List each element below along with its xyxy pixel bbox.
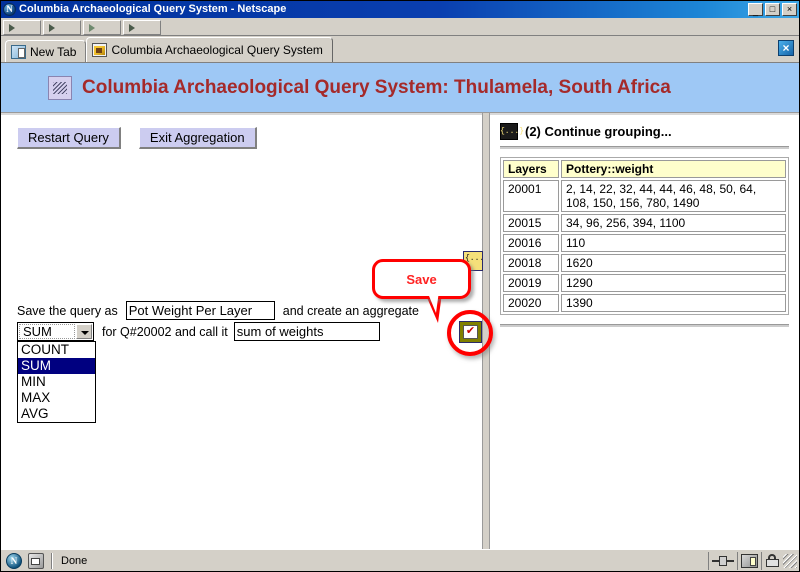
divider [500, 146, 789, 149]
aggregate-name-input[interactable] [233, 322, 380, 341]
window-title: Columbia Archaeological Query System - N… [19, 3, 287, 15]
arrow-button-1[interactable] [3, 19, 41, 35]
dropdown-option-min[interactable]: MIN [18, 374, 95, 390]
column-header-weight: Pottery::weight [561, 160, 786, 178]
panes: Restart Query Exit Aggregation Save the … [1, 113, 799, 549]
page-content: Columbia Archaeological Query System: Th… [1, 62, 799, 549]
restart-query-button[interactable]: Restart Query [17, 127, 121, 149]
arrow-button-4[interactable] [123, 19, 161, 35]
connection-status[interactable] [708, 551, 737, 570]
close-tab-button[interactable]: × [778, 40, 794, 56]
toolbar [1, 18, 799, 36]
maximize-button[interactable]: □ [765, 3, 780, 16]
close-icon: × [786, 4, 793, 14]
cell-weight: 34, 96, 256, 394, 1100 [561, 214, 786, 232]
new-tab-icon [11, 44, 26, 59]
tab-new-tab-label: New Tab [30, 44, 77, 59]
grouping-icon [500, 123, 518, 140]
lock-icon [765, 553, 780, 568]
tab-cqs[interactable]: Columbia Archaeological Query System [86, 37, 333, 62]
netscape-globe-icon[interactable] [6, 552, 22, 569]
divider [51, 552, 53, 569]
table-row: 20019 1290 [503, 274, 786, 292]
arrow-button-2[interactable] [43, 19, 81, 35]
status-text: Done [61, 554, 88, 567]
save-callout: Save [372, 259, 471, 299]
netscape-icon [3, 3, 16, 16]
close-button[interactable]: × [782, 3, 797, 16]
page-title: Columbia Archaeological Query System: Th… [82, 76, 671, 98]
checkmark-icon [463, 324, 478, 339]
table-row: 20016 110 [503, 234, 786, 252]
cell-weight: 1620 [561, 254, 786, 272]
app-logo-icon [48, 75, 72, 100]
tab-cqs-label: Columbia Archaeological Query System [111, 43, 323, 57]
action-buttons: Restart Query Exit Aggregation [17, 127, 257, 149]
security-view-icon [741, 553, 758, 568]
maximize-icon: □ [769, 4, 776, 14]
browser-window: Columbia Archaeological Query System - N… [0, 0, 800, 572]
save-query-prefix-label: Save the query as [17, 303, 118, 318]
arrow-button-3[interactable] [83, 19, 121, 35]
query-name-input[interactable] [125, 301, 275, 320]
minimize-icon: _ [752, 6, 758, 16]
cell-weight: 1390 [561, 294, 786, 312]
page-banner: Columbia Archaeological Query System: Th… [1, 63, 799, 113]
status-bar: Done [1, 549, 799, 571]
save-callout-label: Save [406, 271, 437, 287]
chevron-down-icon[interactable] [76, 324, 92, 339]
minimize-button[interactable]: _ [748, 3, 763, 16]
table-row: 20015 34, 96, 256, 394, 1100 [503, 214, 786, 232]
table-row: 20018 1620 [503, 254, 786, 272]
tab-new-tab[interactable]: New Tab [5, 40, 87, 62]
aggregate-line: SUM for Q#20002 and call it [17, 322, 380, 341]
results-table: Layers Pottery::weight 20001 2, 14, 22, … [500, 157, 789, 315]
dropdown-option-max[interactable]: MAX [18, 390, 95, 406]
save-checkmark-button[interactable] [459, 321, 482, 343]
table-row: 20001 2, 14, 22, 32, 44, 44, 46, 48, 50,… [503, 180, 786, 212]
dropdown-option-sum[interactable]: SUM [18, 358, 95, 374]
cell-weight: 2, 14, 22, 32, 44, 44, 46, 48, 50, 64, 1… [561, 180, 786, 212]
tab-bar: New Tab Columbia Archaeological Query Sy… [1, 36, 799, 62]
table-row: 20020 1390 [503, 294, 786, 312]
table-header-row: Layers Pottery::weight [503, 160, 786, 178]
callout-tail-fill [427, 291, 439, 313]
save-query-suffix-label: and create an aggregate [282, 303, 419, 318]
column-header-layers: Layers [503, 160, 559, 178]
grouping-header: (2) Continue grouping... [500, 123, 789, 140]
cell-layer: 20019 [503, 274, 559, 292]
mail-icon[interactable] [28, 552, 44, 569]
aggregate-function-select[interactable]: SUM [17, 322, 94, 341]
window-controls: _ □ × [748, 3, 797, 16]
connection-icon [712, 555, 734, 567]
aggregate-function-value: SUM [19, 324, 75, 339]
cell-layer: 20001 [503, 180, 559, 212]
dropdown-option-avg[interactable]: AVG [18, 406, 95, 422]
cell-layer: 20018 [503, 254, 559, 272]
cell-layer: 20016 [503, 234, 559, 252]
aggregate-function-dropdown[interactable]: COUNT SUM MIN MAX AVG [17, 341, 96, 423]
cell-weight: 1290 [561, 274, 786, 292]
title-bar: Columbia Archaeological Query System - N… [1, 1, 799, 18]
security-view[interactable] [737, 551, 761, 570]
resize-grip-icon[interactable] [783, 553, 797, 568]
divider-bottom [500, 324, 789, 327]
grouping-title: (2) Continue grouping... [525, 124, 672, 139]
aggregate-middle-label: for Q#20002 and call it [102, 324, 228, 339]
save-query-line: Save the query as and create an aggregat… [17, 301, 419, 320]
cell-weight: 110 [561, 234, 786, 252]
cell-layer: 20020 [503, 294, 559, 312]
security-lock[interactable] [761, 551, 783, 570]
dropdown-option-count[interactable]: COUNT [18, 342, 95, 358]
left-pane: Restart Query Exit Aggregation Save the … [1, 113, 493, 549]
exit-aggregation-button[interactable]: Exit Aggregation [138, 127, 257, 149]
page-icon [92, 43, 108, 57]
right-pane: (2) Continue grouping... Layers Pottery:… [490, 113, 799, 549]
cell-layer: 20015 [503, 214, 559, 232]
